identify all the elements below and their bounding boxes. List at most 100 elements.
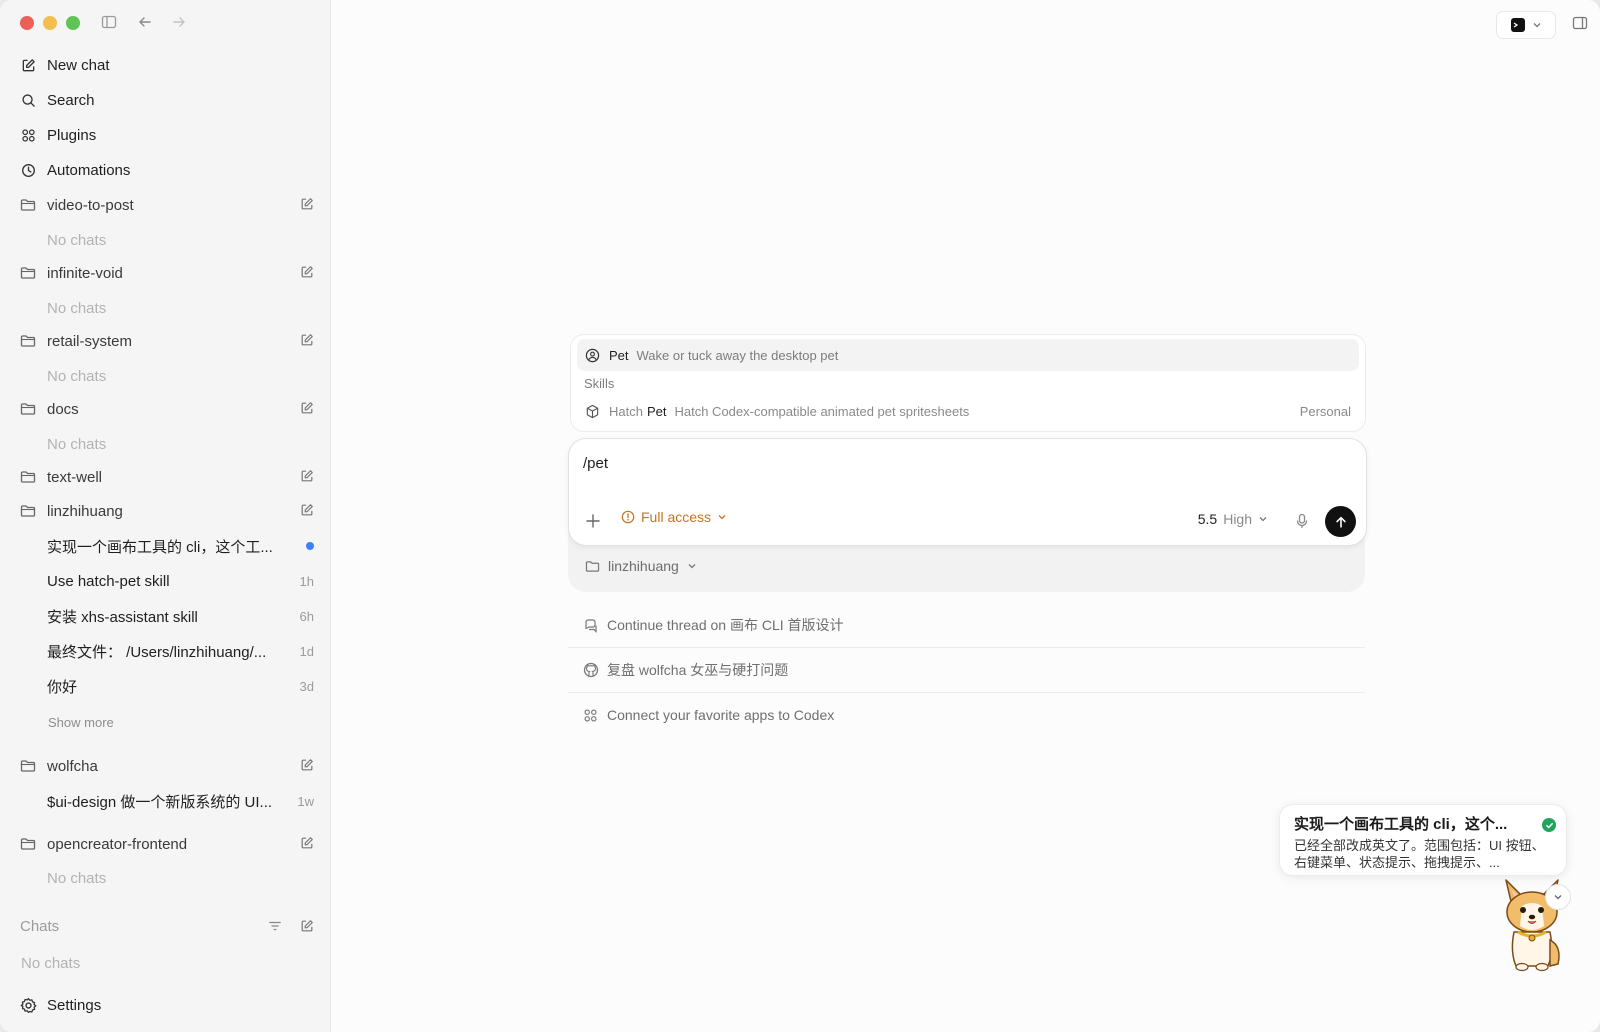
maximize-window-button[interactable] xyxy=(66,16,80,30)
chat-item[interactable]: 实现一个画布工具的 cli，这个工... xyxy=(47,532,314,560)
command-option-pet[interactable]: Pet Wake or tuck away the desktop pet xyxy=(577,339,1359,371)
chat-time: 1w xyxy=(297,793,314,809)
command-suggestions: Pet Wake or tuck away the desktop pet Sk… xyxy=(570,334,1366,432)
project-wolfcha[interactable]: wolfcha xyxy=(20,752,320,780)
project-docs[interactable]: docs xyxy=(20,395,320,423)
project-opencreator-frontend[interactable]: opencreator-frontend xyxy=(20,830,320,858)
prompt-input[interactable]: /pet xyxy=(583,455,608,472)
nav-label: Plugins xyxy=(47,126,97,144)
project-name: docs xyxy=(47,400,79,418)
check-circle-icon xyxy=(1542,818,1556,832)
model-version: 5.5 xyxy=(1197,511,1218,527)
empty-state: No chats xyxy=(47,870,107,887)
chat-title: 你好 xyxy=(47,678,78,696)
close-window-button[interactable] xyxy=(20,16,34,30)
folder-icon xyxy=(20,401,37,418)
grid-icon xyxy=(20,127,37,144)
github-icon xyxy=(583,662,599,678)
empty-state: No chats xyxy=(47,368,107,385)
new-chat-in-project-icon[interactable] xyxy=(300,265,314,279)
project-video-to-post[interactable]: video-to-post xyxy=(20,191,320,219)
project-name: wolfcha xyxy=(47,757,98,775)
project-text-well[interactable]: text-well xyxy=(20,463,320,491)
minimize-window-button[interactable] xyxy=(43,16,57,30)
project-name: opencreator-frontend xyxy=(47,835,188,853)
project-retail-system[interactable]: retail-system xyxy=(20,327,320,355)
send-button[interactable] xyxy=(1325,506,1356,537)
add-attachment-icon[interactable] xyxy=(585,513,601,529)
folder-icon xyxy=(20,333,37,350)
workspace-folder-name: linzhihuang xyxy=(608,558,679,574)
nav-automations[interactable]: Automations xyxy=(20,156,320,184)
settings-button[interactable]: Settings xyxy=(20,997,101,1014)
skills-section-label: Skills xyxy=(584,376,615,391)
project-infinite-void[interactable]: infinite-void xyxy=(20,259,320,287)
gear-icon xyxy=(20,997,37,1014)
show-more-link[interactable]: Show more xyxy=(48,715,114,730)
chat-time: 1d xyxy=(299,643,314,659)
suggestion-text: 复盘 wolfcha 女巫与硬打问题 xyxy=(607,662,789,678)
skill-name: Pet xyxy=(646,403,667,419)
new-chat-in-project-icon[interactable] xyxy=(300,197,314,211)
workspace-folder-picker[interactable]: linzhihuang xyxy=(585,558,697,574)
new-chat-in-project-icon[interactable] xyxy=(300,401,314,415)
filter-icon[interactable] xyxy=(268,919,282,933)
forward-arrow-icon[interactable] xyxy=(171,14,187,30)
chats-empty: No chats xyxy=(21,955,81,972)
right-panel-toggle-icon[interactable] xyxy=(1572,15,1588,31)
arrow-up-icon xyxy=(1335,516,1346,528)
skill-option-hatch-pet[interactable]: Hatch Pet Hatch Codex-compatible animate… xyxy=(577,397,1359,425)
new-chat-icon[interactable] xyxy=(300,919,314,933)
chat-title: 实现一个画布工具的 cli，这个工... xyxy=(47,538,273,556)
suggestion-text: Connect your favorite apps to Codex xyxy=(607,707,835,723)
apps-icon xyxy=(583,707,599,723)
model-selector[interactable]: 5.5 High xyxy=(1198,511,1268,527)
back-arrow-icon[interactable] xyxy=(137,14,153,30)
notification-title: 实现一个画布工具的 cli，这个... xyxy=(1294,816,1508,833)
clock-icon xyxy=(20,162,37,179)
nav-new-chat[interactable]: New chat xyxy=(20,51,320,79)
compose-icon xyxy=(20,57,37,74)
sidebar-toggle-icon[interactable] xyxy=(101,14,117,30)
app-window: New chat Search Plugins Automations vide… xyxy=(0,0,1600,1032)
new-chat-in-project-icon[interactable] xyxy=(300,333,314,347)
access-level-dropdown[interactable]: Full access xyxy=(621,509,727,525)
new-chat-in-project-icon[interactable] xyxy=(300,836,314,850)
app-switcher-button[interactable] xyxy=(1496,11,1556,39)
chat-title: 最终文件： /Users/linzhihuang/... xyxy=(47,643,267,661)
new-chat-in-project-icon[interactable] xyxy=(300,469,314,483)
project-name: retail-system xyxy=(47,332,133,350)
window-controls xyxy=(20,16,80,30)
notification-body: 已经全部改成英文了。范围包括：UI 按钮、右键菜单、状态提示、拖拽提示、... xyxy=(1294,838,1545,870)
chat-item[interactable]: 安装 xhs-assistant skill 6h xyxy=(47,602,314,630)
nav-search[interactable]: Search xyxy=(20,86,320,114)
folder-icon xyxy=(20,469,37,486)
search-icon xyxy=(20,92,37,109)
new-chat-in-project-icon[interactable] xyxy=(300,503,314,517)
microphone-icon[interactable] xyxy=(1294,513,1310,529)
unread-indicator xyxy=(306,542,314,550)
chat-title: Use hatch-pet skill xyxy=(47,572,170,590)
settings-label: Settings xyxy=(47,997,102,1014)
skill-prefix: Hatch xyxy=(609,403,643,419)
chat-item[interactable]: Use hatch-pet skill 1h xyxy=(47,567,314,595)
composer: /pet Full access 5.5 High xyxy=(568,438,1367,546)
chats-header-label: Chats xyxy=(20,917,60,935)
chat-item[interactable]: $ui-design 做一个新版系统的 UI... 1w xyxy=(47,787,314,815)
chat-item[interactable]: 最终文件： /Users/linzhihuang/... 1d xyxy=(47,637,314,665)
suggestion-continue-thread[interactable]: Continue thread on 画布 CLI 首版设计 xyxy=(568,603,1365,647)
pet-menu-button[interactable] xyxy=(1545,884,1571,910)
suggestion-review-issue[interactable]: 复盘 wolfcha 女巫与硬打问题 xyxy=(568,648,1365,692)
chat-time: 1h xyxy=(299,573,314,589)
new-chat-in-project-icon[interactable] xyxy=(300,758,314,772)
chat-item[interactable]: 你好 3d xyxy=(47,672,314,700)
pet-notification[interactable]: 实现一个画布工具的 cli，这个... 已经全部改成英文了。范围包括：UI 按钮… xyxy=(1279,804,1567,876)
nav-plugins[interactable]: Plugins xyxy=(20,121,320,149)
empty-state: No chats xyxy=(47,232,107,249)
nav-label: Search xyxy=(47,91,95,109)
suggestion-connect-apps[interactable]: Connect your favorite apps to Codex xyxy=(568,693,1365,737)
thread-icon xyxy=(583,617,599,633)
project-linzhihuang[interactable]: linzhihuang xyxy=(20,497,320,525)
skill-description: Hatch Codex-compatible animated pet spri… xyxy=(674,403,970,419)
command-description: Wake or tuck away the desktop pet xyxy=(636,347,839,363)
